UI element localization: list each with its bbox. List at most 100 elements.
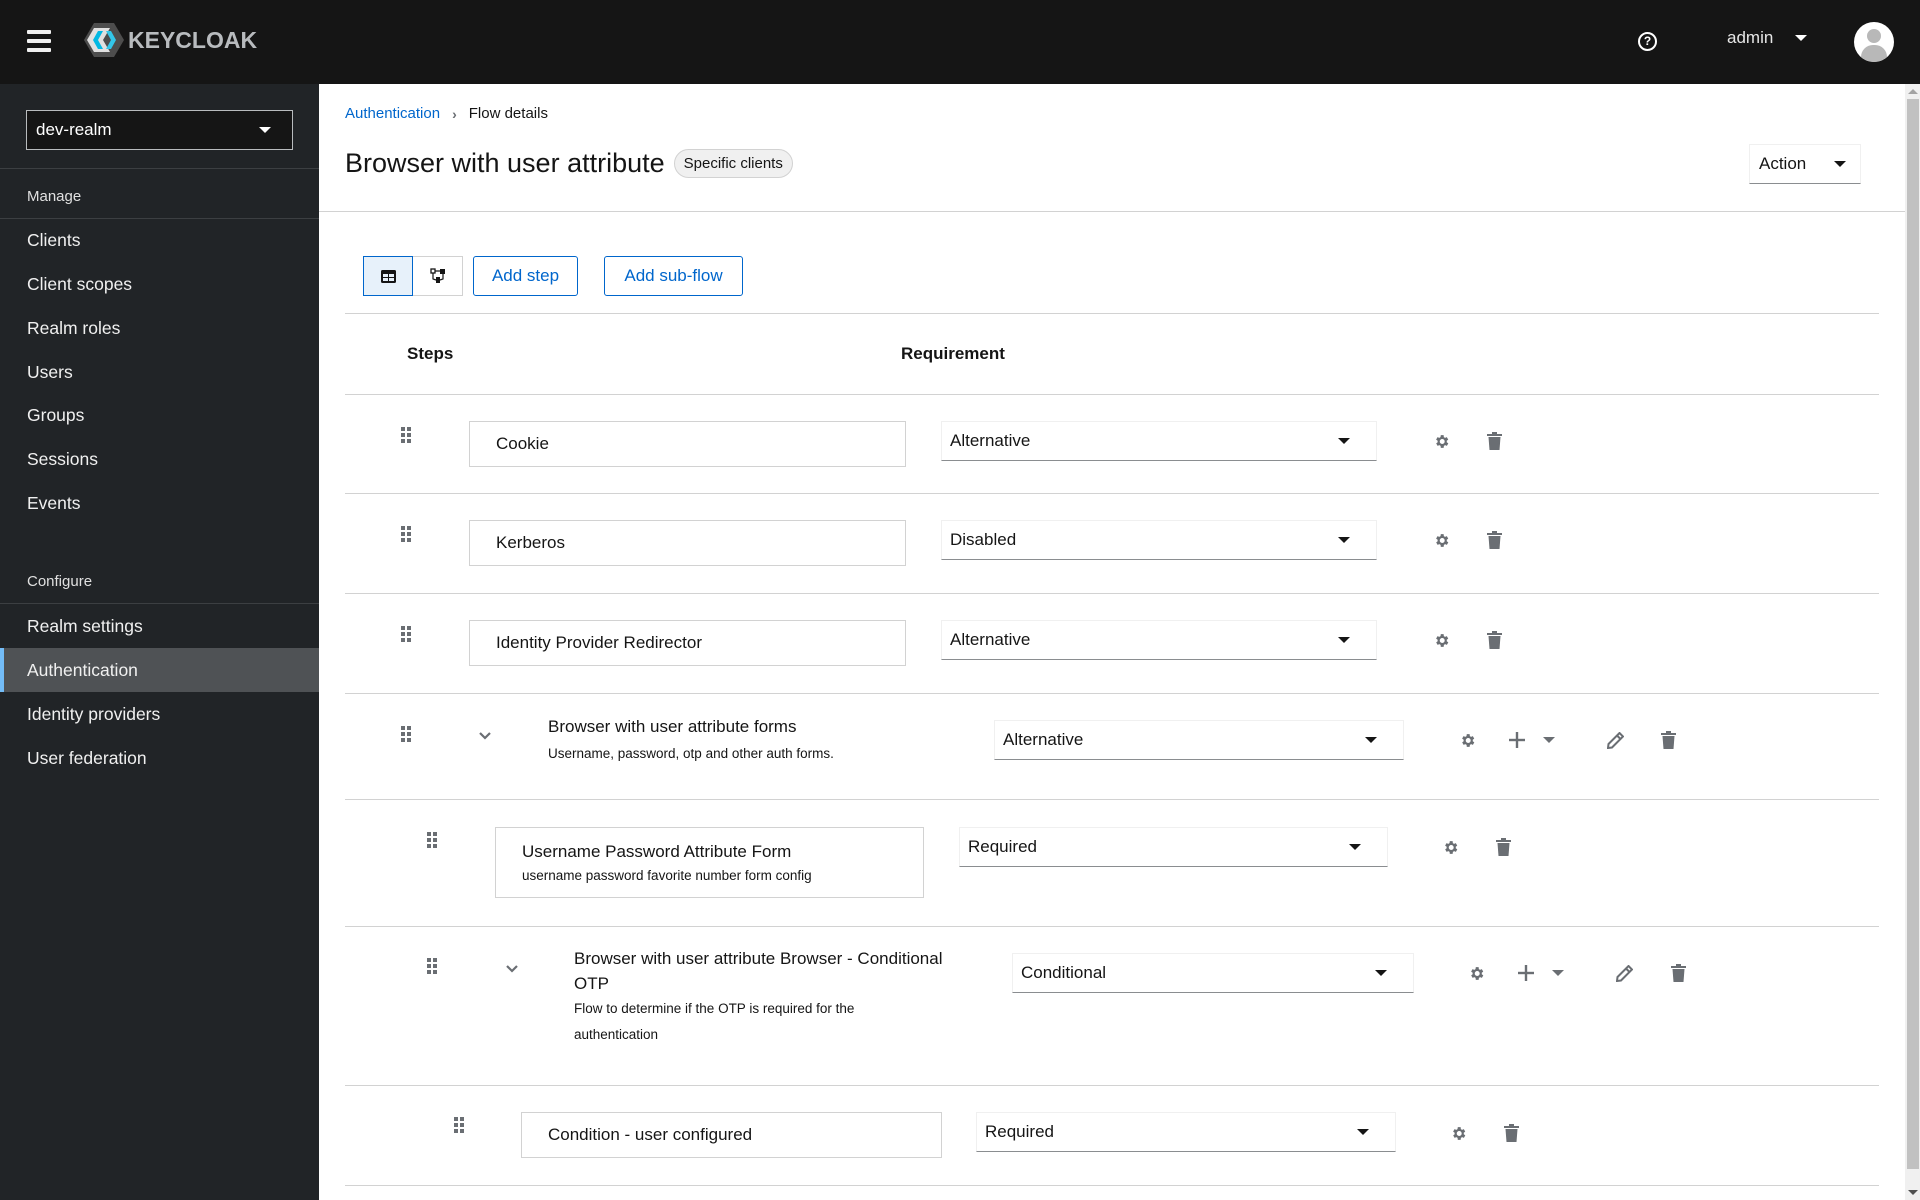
plus-icon [1509, 732, 1525, 748]
gear-icon [1435, 633, 1448, 647]
diagram-icon [429, 268, 445, 283]
sidebar-item-events[interactable]: Events [0, 481, 319, 525]
breadcrumb: Authentication › Flow details [345, 105, 548, 122]
action-label: Action [1759, 154, 1807, 173]
action-dropdown[interactable]: Action [1749, 144, 1861, 184]
scroll-up-arrow-icon[interactable] [1908, 89, 1918, 94]
sidebar-item-users[interactable]: Users [0, 350, 319, 394]
flow-name-line-2: OTP [574, 974, 609, 993]
caret-down-icon [1543, 737, 1555, 743]
caret-down-icon [1338, 537, 1350, 543]
requirement-select[interactable]: Alternative [941, 620, 1377, 660]
edit-button[interactable] [1613, 962, 1635, 984]
user-menu-toggle[interactable]: admin [1727, 28, 1808, 48]
add-dropdown-button[interactable] [1509, 729, 1555, 751]
step-name: Identity Provider Redirector [496, 633, 702, 652]
step-name: Username Password Attribute Form [522, 842, 792, 861]
flow-description-line-2: authentication [574, 1027, 659, 1042]
flow-type-badge: Specific clients [673, 149, 793, 178]
settings-button[interactable] [1430, 629, 1452, 651]
requirement-value: Disabled [950, 530, 1017, 549]
masthead: KEYCLOAK ? admin [0, 0, 1920, 84]
delete-button[interactable] [1492, 836, 1514, 858]
breadcrumb-current: Flow details [468, 105, 548, 122]
realm-name: dev-realm [36, 120, 112, 139]
delete-button[interactable] [1483, 629, 1505, 651]
settings-button[interactable] [1439, 836, 1461, 858]
keycloak-logo[interactable]: KEYCLOAK [84, 22, 257, 58]
step-name-cell: Kerberos [469, 520, 906, 566]
avatar[interactable] [1854, 22, 1894, 62]
sidebar: dev-realm Manage Clients Client scopes R… [0, 84, 319, 1200]
chevron-down-icon [506, 965, 518, 973]
collapse-toggle[interactable] [479, 727, 491, 740]
scrollbar-thumb[interactable] [1907, 99, 1919, 1169]
divider [345, 799, 1879, 800]
flow-description: Username, password, otp and other auth f… [548, 746, 834, 761]
sidebar-item-realm-settings[interactable]: Realm settings [0, 604, 319, 648]
step-name: Kerberos [496, 533, 565, 552]
settings-button[interactable] [1465, 962, 1487, 984]
realm-selector[interactable]: dev-realm [26, 110, 293, 150]
requirement-select[interactable]: Disabled [941, 520, 1377, 560]
requirement-select[interactable]: Alternative [941, 421, 1377, 461]
scroll-down-arrow-icon[interactable] [1908, 1190, 1918, 1195]
step-name-cell: Condition - user configured [521, 1112, 942, 1158]
step-name: Condition - user configured [548, 1125, 753, 1144]
flow-title: Browser with user attribute [345, 148, 665, 178]
divider [0, 168, 319, 169]
vertical-scrollbar[interactable] [1905, 84, 1920, 1200]
add-dropdown-button[interactable] [1518, 962, 1564, 984]
sidebar-item-client-scopes[interactable]: Client scopes [0, 262, 319, 306]
sidebar-item-groups[interactable]: Groups [0, 393, 319, 437]
divider [345, 593, 1879, 594]
caret-down-icon [1365, 737, 1377, 743]
requirement-select[interactable]: Required [959, 827, 1388, 867]
add-subflow-button[interactable]: Add sub-flow [604, 256, 743, 296]
breadcrumb-authentication-link[interactable]: Authentication [345, 105, 440, 122]
sidebar-item-clients[interactable]: Clients [0, 218, 319, 262]
flow-description: Flow to determine if the OTP is required… [574, 996, 854, 1048]
add-step-button[interactable]: Add step [473, 256, 578, 296]
diagram-view-toggle[interactable] [413, 256, 463, 296]
drag-handle-icon[interactable] [454, 1117, 464, 1133]
delete-button[interactable] [1483, 430, 1505, 452]
requirement-select[interactable]: Alternative [994, 720, 1404, 760]
delete-button[interactable] [1483, 529, 1505, 551]
divider [345, 394, 1879, 395]
edit-button[interactable] [1604, 729, 1626, 751]
drag-handle-icon[interactable] [401, 726, 411, 742]
chevron-right-icon: › [452, 105, 457, 122]
sidebar-item-identity-providers[interactable]: Identity providers [0, 692, 319, 736]
pencil-icon [1615, 964, 1633, 982]
sidebar-item-realm-roles[interactable]: Realm roles [0, 306, 319, 350]
drag-handle-icon[interactable] [401, 526, 411, 542]
drag-handle-icon[interactable] [427, 958, 437, 974]
requirement-select[interactable]: Conditional [1012, 953, 1414, 993]
main-content: Authentication › Flow details Browser wi… [319, 84, 1905, 1200]
requirement-select[interactable]: Required [976, 1112, 1396, 1152]
delete-button[interactable] [1500, 1122, 1522, 1144]
drag-handle-icon[interactable] [427, 832, 437, 848]
caret-down-icon [1552, 970, 1564, 976]
drag-handle-icon[interactable] [401, 427, 411, 443]
drag-handle-icon[interactable] [401, 626, 411, 642]
help-icon[interactable]: ? [1638, 32, 1657, 51]
settings-button[interactable] [1456, 729, 1478, 751]
brand-name: KEYCLOAK [128, 26, 258, 53]
sidebar-item-user-federation[interactable]: User federation [0, 736, 319, 780]
sidebar-item-authentication[interactable]: Authentication [0, 648, 319, 692]
collapse-toggle[interactable] [506, 960, 518, 973]
delete-button[interactable] [1667, 962, 1689, 984]
sidebar-item-sessions[interactable]: Sessions [0, 437, 319, 481]
requirement-value: Alternative [950, 630, 1031, 649]
settings-button[interactable] [1447, 1122, 1469, 1144]
column-header-steps: Steps [407, 344, 454, 363]
settings-button[interactable] [1430, 430, 1452, 452]
menu-toggle-button[interactable] [27, 30, 51, 52]
table-view-toggle[interactable] [363, 256, 413, 296]
menu-icon [27, 30, 51, 34]
delete-button[interactable] [1657, 729, 1679, 751]
divider [345, 1185, 1879, 1186]
settings-button[interactable] [1430, 529, 1452, 551]
